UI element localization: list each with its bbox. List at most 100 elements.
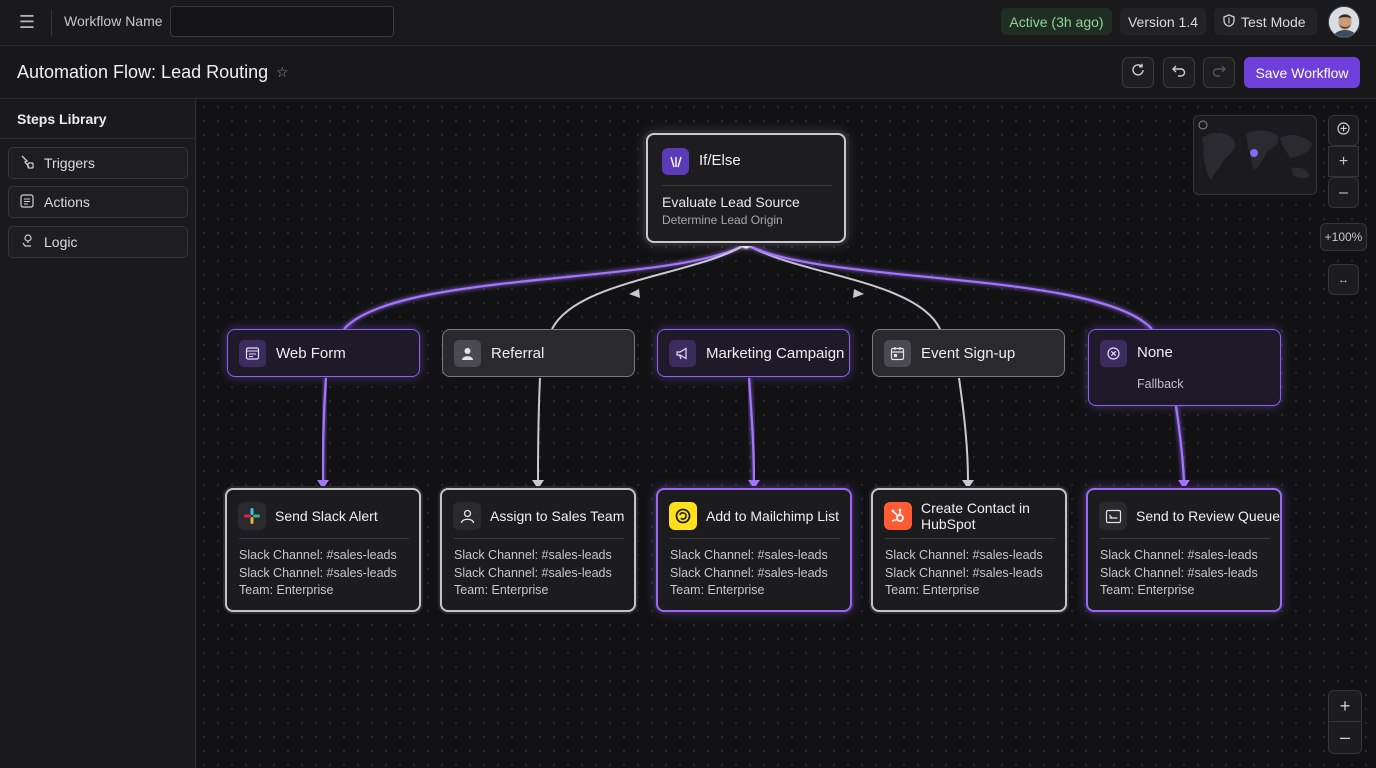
action-detail: Slack Channel: #sales-leads	[885, 566, 1043, 580]
wire-none-action	[1174, 405, 1186, 483]
page-header: Automation Flow: Lead Routing ☆ Save Wor…	[0, 46, 1376, 99]
sidebar-item-label: Actions	[44, 194, 90, 210]
target-icon	[1336, 121, 1351, 141]
wire-arrow	[853, 289, 864, 298]
sidebar-item-logic[interactable]: Logic	[8, 226, 188, 258]
sidebar-item-label: Logic	[44, 234, 78, 250]
minus-icon: –	[1339, 183, 1348, 201]
action-detail: Team: Enterprise	[1100, 583, 1195, 597]
workflow-canvas[interactable]: If/Else Evaluate Lead Source Determine L…	[197, 100, 1376, 768]
action-detail: Team: Enterprise	[670, 583, 765, 597]
action-send-to-review-queue[interactable]: Send to Review Queue Slack Channel: #sal…	[1086, 488, 1282, 612]
route-sublabel: Fallback	[1137, 377, 1184, 391]
menu-icon[interactable]: ☰	[12, 9, 42, 35]
divider	[239, 538, 409, 539]
action-title: Send to Review Queue	[1136, 508, 1280, 524]
fit-view-icon: ↔	[1338, 273, 1349, 286]
wire-referral-action	[537, 377, 541, 483]
minimap[interactable]	[1193, 115, 1317, 195]
calendar-icon	[884, 339, 911, 367]
refresh-button[interactable]	[1122, 57, 1154, 88]
zoom-in-button[interactable]: +	[1328, 146, 1359, 177]
plus-icon: +	[1339, 695, 1351, 716]
review-queue-icon	[1099, 502, 1127, 530]
workflow-name-input[interactable]	[170, 6, 394, 37]
action-detail: Slack Channel: #sales-leads	[1100, 548, 1258, 562]
if-else-node[interactable]: If/Else Evaluate Lead Source Determine L…	[646, 133, 846, 243]
route-marketing-campaign[interactable]: Marketing Campaign	[657, 329, 850, 377]
action-detail: Slack Channel: #sales-leads	[454, 548, 612, 562]
version-dropdown[interactable]: Version 1.4	[1120, 8, 1206, 35]
route-event-sign-up[interactable]: Event Sign-up	[872, 329, 1065, 377]
form-icon	[239, 339, 266, 367]
zoom-out-button[interactable]: –	[1329, 722, 1361, 753]
action-title: Create Contact in HubSpot	[921, 500, 1030, 532]
divider	[0, 138, 196, 139]
action-detail: Slack Channel: #sales-leads	[885, 548, 1043, 562]
sidebar-title: Steps Library	[17, 111, 107, 127]
undo-button[interactable]	[1163, 57, 1195, 88]
action-detail: Slack Channel: #sales-leads	[454, 566, 612, 580]
action-title: Assign to Sales Team	[490, 508, 625, 524]
top-bar: ☰ Workflow Name Active (3h ago) Version …	[0, 0, 1376, 46]
wire-event-action	[958, 377, 969, 483]
save-workflow-button[interactable]: Save Workflow	[1244, 57, 1360, 88]
refresh-icon	[1130, 62, 1146, 83]
action-send-slack-alert[interactable]: Send Slack Alert Slack Channel: #sales-l…	[225, 488, 421, 612]
wire-web-form-action	[321, 377, 328, 483]
node-type-label: If/Else	[699, 152, 741, 169]
action-detail: Slack Channel: #sales-leads	[670, 548, 828, 562]
triggers-icon	[19, 154, 35, 173]
plus-icon: +	[1338, 152, 1349, 170]
branch-icon	[662, 148, 689, 175]
zoom-level-label[interactable]: +100%	[1320, 223, 1367, 251]
hubspot-icon	[884, 502, 912, 530]
action-create-contact-in-hubspot[interactable]: Create Contact in HubSpot Slack Channel:…	[871, 488, 1067, 612]
node-subtitle: Determine Lead Origin	[662, 213, 783, 227]
action-detail: Slack Channel: #sales-leads	[1100, 566, 1258, 580]
divider	[51, 10, 52, 36]
undo-icon	[1171, 62, 1187, 83]
sidebar-item-triggers[interactable]: Triggers	[8, 147, 188, 179]
action-detail: Team: Enterprise	[454, 583, 549, 597]
mailchimp-icon	[669, 502, 697, 530]
route-web-form[interactable]: Web Form	[227, 329, 420, 377]
sidebar-item-label: Triggers	[44, 155, 95, 171]
fit-view-button[interactable]: ↔	[1328, 264, 1359, 295]
wire-web-form	[343, 243, 747, 330]
page-title: Automation Flow: Lead Routing	[17, 62, 269, 82]
action-add-to-mailchimp-list[interactable]: Add to Mailchimp List Slack Channel: #sa…	[656, 488, 852, 612]
workflow-name-label: Workflow Name	[64, 13, 163, 29]
wire-referral	[551, 243, 747, 330]
test-mode-button[interactable]: Test Mode	[1214, 8, 1317, 35]
assign-user-icon	[453, 502, 481, 530]
sidebar-item-actions[interactable]: Actions	[8, 186, 188, 218]
logic-icon	[19, 233, 35, 252]
action-detail: Team: Enterprise	[239, 583, 334, 597]
wire-marketing-action	[747, 377, 756, 483]
route-label: Referral	[491, 344, 545, 362]
status-badge[interactable]: Active (3h ago)	[1001, 8, 1112, 35]
divider	[1100, 538, 1270, 539]
redo-button[interactable]	[1203, 57, 1235, 88]
cancel-circle-icon	[1100, 340, 1127, 367]
route-none-fallback[interactable]: None Fallback	[1088, 329, 1281, 406]
divider	[670, 538, 840, 539]
route-label: Event Sign-up	[921, 344, 1016, 362]
target-button[interactable]	[1328, 115, 1359, 146]
steps-library-sidebar: Steps Library Triggers Actions Logic	[0, 99, 196, 768]
zoom-in-button[interactable]: +	[1329, 691, 1361, 722]
wire-event	[745, 243, 941, 330]
avatar[interactable]	[1328, 6, 1360, 38]
route-label: None	[1137, 344, 1173, 361]
route-label: Marketing Campaign	[706, 344, 845, 362]
node-title: Evaluate Lead Source	[662, 194, 800, 210]
star-icon[interactable]: ☆	[276, 64, 289, 81]
route-referral[interactable]: Referral	[442, 329, 635, 377]
action-title: Add to Mailchimp List	[706, 508, 840, 524]
action-assign-to-sales-team[interactable]: Assign to Sales Team Slack Channel: #sal…	[440, 488, 636, 612]
zoom-out-button[interactable]: –	[1328, 177, 1359, 208]
minus-icon: –	[1339, 727, 1350, 747]
action-detail: Slack Channel: #sales-leads	[239, 566, 397, 580]
user-icon	[454, 339, 481, 367]
